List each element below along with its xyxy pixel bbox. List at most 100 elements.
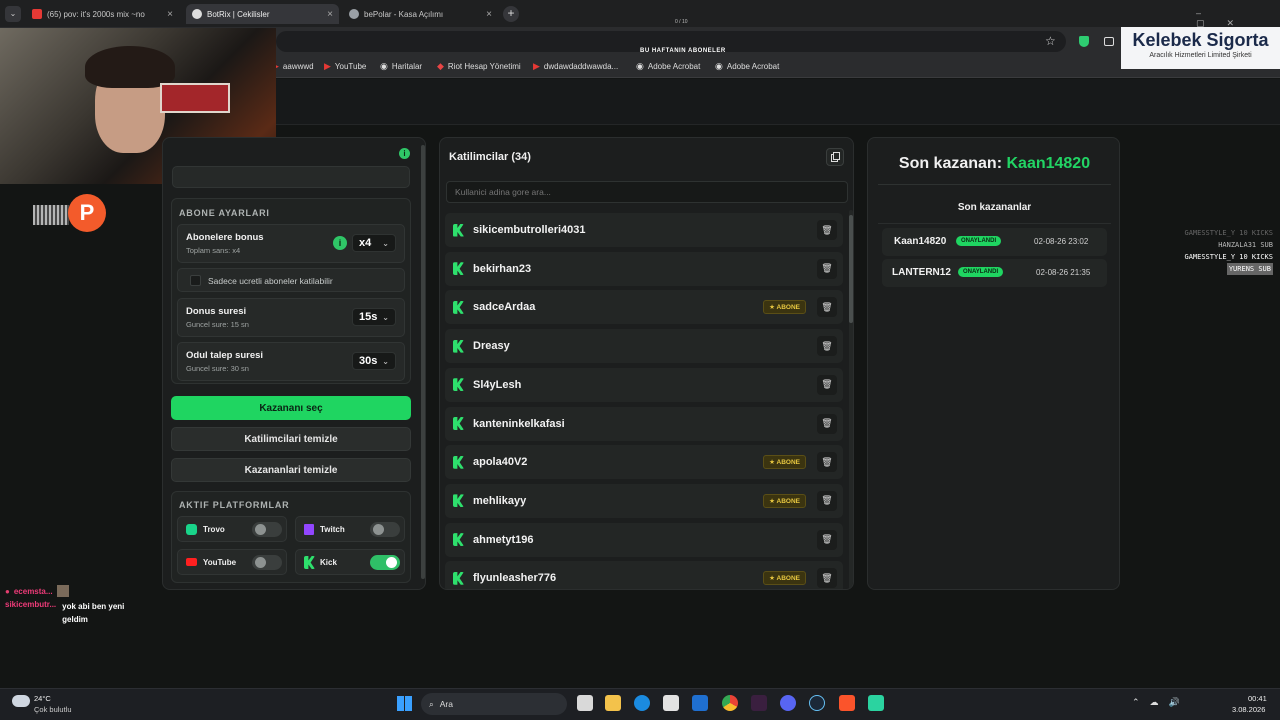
window-controls[interactable]: –▢✕ xyxy=(1196,8,1280,29)
trash-icon[interactable]: 🗑 xyxy=(817,258,837,279)
file-explorer-icon[interactable] xyxy=(605,695,621,711)
bonus-select[interactable]: x4 ⌄ xyxy=(352,234,396,252)
pin-icon: ● xyxy=(5,586,10,596)
participant-row: bekirhan23 🗑 xyxy=(445,251,843,286)
alert-item: HANZALA31 SUB xyxy=(1218,241,1273,249)
trash-icon[interactable]: 🗑 xyxy=(817,452,837,473)
trovo-toggle[interactable] xyxy=(252,522,282,537)
platform-trovo[interactable]: Trovo xyxy=(177,516,287,542)
twitch-toggle[interactable] xyxy=(370,522,400,537)
close-icon[interactable]: × xyxy=(486,9,492,20)
youtube-toggle[interactable] xyxy=(252,555,282,570)
participant-row: ahmetyt196 🗑 xyxy=(445,522,843,557)
tab-list-button[interactable]: ⌄ xyxy=(5,6,21,22)
youtube-icon: ▶ xyxy=(533,61,540,71)
divider xyxy=(878,184,1111,185)
avatar xyxy=(56,585,69,597)
kick-icon xyxy=(453,378,464,392)
bookmark-adobe-1[interactable]: ◉ Adobe Acrobat xyxy=(636,61,700,72)
abone-badge: ★ ABONE xyxy=(763,493,806,508)
steam-icon[interactable] xyxy=(809,695,825,711)
bookmark-riot[interactable]: ◆ Riot Hesap Yönetimi xyxy=(437,61,521,72)
abone-badge: ★ ABONE xyxy=(763,571,806,586)
participant-row: kanteninkelkafasi 🗑 xyxy=(445,406,843,441)
sponsor-subtitle: Aracılık Hizmetleri Limited Şirketi xyxy=(1149,52,1252,59)
platform-kick[interactable]: Kick xyxy=(295,549,405,575)
store-icon[interactable] xyxy=(663,695,679,711)
chrome-icon[interactable] xyxy=(722,695,738,711)
page-counter: 0 / 10 xyxy=(675,19,688,25)
alert-item: GAMESSTYLE_Y 10 KICKS xyxy=(1184,229,1273,237)
tab-botrix[interactable]: BotRix | Cekilisler × xyxy=(186,4,339,24)
only-paid-label: Sadece ucretli aboneler katilabilir xyxy=(208,276,333,286)
only-paid-checkbox[interactable] xyxy=(190,275,201,286)
info-icon[interactable]: i xyxy=(399,148,410,159)
tab-bepolar[interactable]: bePolar - Kasa Açılımı × xyxy=(343,4,498,24)
media-icon[interactable] xyxy=(751,695,767,711)
chat-message: ● ecemsta... xyxy=(5,585,145,597)
bookmark-youtube[interactable]: ▶ YouTube xyxy=(324,61,366,72)
taskbar-search[interactable]: ⌕ Ara xyxy=(421,693,567,715)
bookmark-adobe-2[interactable]: ◉ Adobe Acrobat xyxy=(715,61,779,72)
copy-icon[interactable] xyxy=(826,148,844,166)
winner-date: 02-08-26 21:35 xyxy=(1036,268,1091,277)
winner-row: Kaan14820 ONAYLANDI 02-08-26 23:02 xyxy=(882,228,1107,256)
shield-icon[interactable] xyxy=(1079,36,1089,47)
left-panel-scrollbar[interactable] xyxy=(421,145,425,579)
outlook-icon[interactable] xyxy=(692,695,708,711)
trash-icon[interactable]: 🗑 xyxy=(817,529,837,550)
odul-select[interactable]: 30s ⌄ xyxy=(352,352,396,370)
bookmark-aawwwd[interactable]: ▶aawwwd xyxy=(272,61,314,72)
platform-twitch[interactable]: Twitch xyxy=(295,516,405,542)
trash-icon[interactable]: 🗑 xyxy=(817,336,837,357)
participant-name: bekirhan23 xyxy=(473,262,532,275)
search-icon: ⌕ xyxy=(429,698,434,709)
clear-winners-button[interactable]: Kazananlari temizle xyxy=(171,458,411,482)
weather-icon[interactable] xyxy=(12,695,30,707)
bookmark-dwdaw[interactable]: ▶ dwdawdaddwawda... xyxy=(533,61,618,72)
weather-text: Çok bulutlu xyxy=(34,705,72,714)
participant-scrollbar[interactable] xyxy=(849,210,853,589)
participant-name: flyunleasher776 xyxy=(473,572,557,585)
subs-overlay-title: BU HAFTANIN ABONELER xyxy=(640,48,726,54)
winner-row: LANTERN12 ONAYLANDI 02-08-26 21:35 xyxy=(882,259,1107,287)
extension-icon[interactable] xyxy=(1104,37,1114,46)
participant-search-input[interactable] xyxy=(446,181,848,203)
kick-icon xyxy=(453,494,464,508)
system-tray-icons[interactable]: ⌃☁🔊 xyxy=(1132,697,1190,708)
status-badge: ONAYLANDI xyxy=(956,236,1002,246)
windows-start-icon[interactable] xyxy=(397,696,412,711)
riot-icon: ◆ xyxy=(437,61,444,71)
winner-date: 02-08-26 23:02 xyxy=(1034,237,1089,246)
close-icon[interactable]: × xyxy=(327,9,333,20)
info-icon[interactable]: i xyxy=(333,236,347,250)
kick-toggle[interactable] xyxy=(370,555,400,570)
status-badge: ONAYLANDI xyxy=(958,267,1004,277)
trash-icon[interactable]: 🗑 xyxy=(817,413,837,434)
temperature: 24°C xyxy=(34,694,51,703)
only-paid-row[interactable]: Sadece ucretli aboneler katilabilir xyxy=(177,268,405,292)
trash-icon[interactable]: 🗑 xyxy=(817,374,837,395)
star-icon[interactable]: ☆ xyxy=(1045,34,1056,48)
botrix-icon xyxy=(192,9,202,19)
edge-icon[interactable] xyxy=(634,695,650,711)
clear-participants-button[interactable]: Katilimcilari temizle xyxy=(171,427,411,451)
trash-icon[interactable]: 🗑 xyxy=(817,297,837,318)
new-tab-button[interactable]: + xyxy=(503,6,519,22)
raffle-input[interactable] xyxy=(172,166,410,188)
trash-icon[interactable]: 🗑 xyxy=(817,490,837,511)
task-view-icon[interactable] xyxy=(577,695,593,711)
discord-icon[interactable] xyxy=(780,695,796,711)
platform-youtube[interactable]: YouTube xyxy=(177,549,287,575)
trash-icon[interactable]: 🗑 xyxy=(817,220,837,240)
donus-select[interactable]: 15s ⌄ xyxy=(352,308,396,326)
tab-youtube[interactable]: (65) pov: it's 2000s mix ~no × xyxy=(26,4,179,24)
brave-icon[interactable] xyxy=(839,695,855,711)
trash-icon[interactable]: 🗑 xyxy=(817,568,837,589)
app-icon[interactable] xyxy=(868,695,884,711)
pick-winner-button[interactable]: Kazananı seç xyxy=(171,396,411,420)
close-icon[interactable]: × xyxy=(167,9,173,20)
settings-panel: i ABONE AYARLARI Abonelere bonus Toplam … xyxy=(162,137,426,590)
bookmark-haritalar[interactable]: ◉ Haritalar xyxy=(380,61,422,72)
participant-row: Dreasy 🗑 xyxy=(445,329,843,364)
